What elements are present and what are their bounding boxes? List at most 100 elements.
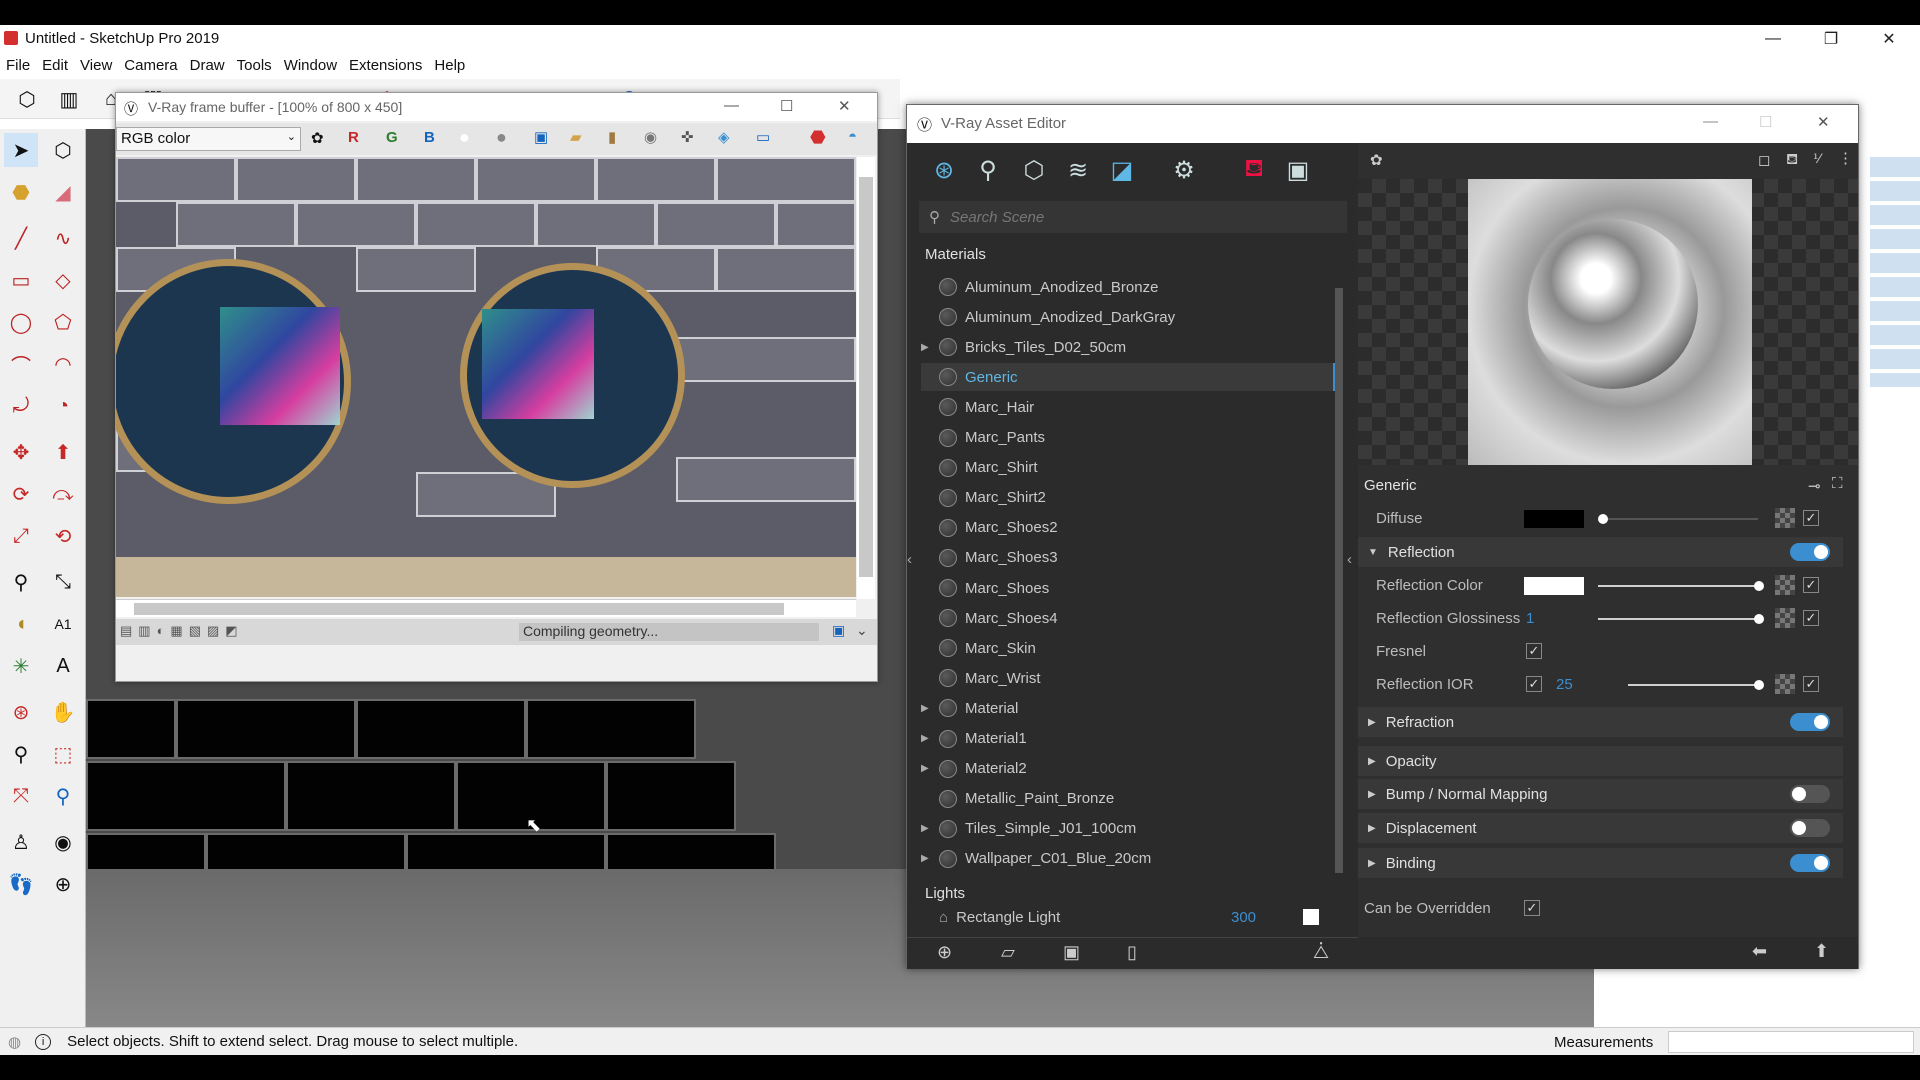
material-row[interactable]: ▶ Wallpaper_C01_Blue_20cm [921,845,1337,873]
move-tool-icon[interactable]: ✥ [4,435,38,469]
material-row[interactable]: ▶ Bricks_Tiles_D02_50cm [921,333,1337,361]
material-row[interactable]: Aluminum_Anodized_DarkGray [921,303,1337,331]
measurements-input[interactable] [1668,1031,1914,1053]
expand-arrow-icon[interactable]: ▶ [921,703,939,714]
search-box[interactable]: ⚲ Search Scene [919,201,1347,233]
add-material-icon[interactable]: ⊕ [937,942,952,963]
search-input[interactable]: Search Scene [950,209,1044,226]
expand-arrow-icon[interactable]: ▶ [921,733,939,744]
menu-camera[interactable]: Camera [124,57,177,74]
reflection-color-slider[interactable] [1598,585,1758,587]
bump-section[interactable]: ▶ Bump / Normal Mapping [1358,779,1843,809]
close-button[interactable]: ✕ [1860,25,1918,53]
collapse-icon[interactable]: ⌄ [856,622,868,639]
vfb-close-button[interactable]: ✕ [838,97,851,115]
material-row[interactable]: Marc_Shoes4 [921,604,1337,632]
reflection-glossiness-slider[interactable] [1598,618,1758,620]
save-image-icon[interactable]: ▣ [534,128,548,146]
three-point-arc-icon[interactable]: ⤾ [4,389,38,423]
preview-quality-icon[interactable]: ⅟ [1813,151,1820,167]
select-tool-icon[interactable]: ➤ [4,133,38,167]
3d-text-icon[interactable]: A [46,649,80,683]
push-pull-icon[interactable]: ⬆ [46,435,80,469]
frame-buffer-icon[interactable]: ▣ [1281,153,1315,187]
line-tool-icon[interactable]: ╱ [4,221,38,255]
layers-tab-icon[interactable]: ≋ [1061,153,1095,187]
light-row[interactable]: ⌂ Rectangle Light 300 [921,903,1337,931]
tray-tabs[interactable] [1870,157,1920,387]
history-tools-icon[interactable]: ▤▥◐▦▧▨◩ [120,623,244,639]
offset-tool-icon[interactable]: ⟲ [46,519,80,553]
preview-scene-icon[interactable]: ⛾ [1786,151,1798,170]
restore-button[interactable]: ❐ [1802,25,1860,53]
blue-channel-button[interactable]: B [424,129,435,146]
preview-settings-icon[interactable]: ✿ [1370,151,1383,169]
rectangle-tool-icon[interactable]: ▭ [4,263,38,297]
opacity-section[interactable]: ▶ Opacity [1358,746,1843,776]
menu-draw[interactable]: Draw [190,57,225,74]
vfb-maximize-button[interactable]: ☐ [780,97,793,115]
collapse-all-icon[interactable]: ⛶ [1832,475,1843,492]
fresnel-checkbox[interactable]: ✓ [1526,643,1542,659]
clear-image-icon[interactable]: ▮ [608,128,616,146]
alpha-gray-icon[interactable]: ● [496,127,507,148]
polygon-tool-icon[interactable]: ⬠ [46,305,80,339]
reflection-section[interactable]: ▼ Reflection [1358,537,1843,567]
render-teapot-icon[interactable]: ⛾ [1237,153,1271,187]
vfb-minimize-button[interactable]: — [724,97,739,114]
render-canvas[interactable] [116,157,856,597]
settings-gear-icon[interactable]: ⚙ [1167,153,1201,187]
binding-section[interactable]: ▶ Binding [1358,848,1843,878]
top-view-icon[interactable]: ▥ [54,85,84,113]
material-row[interactable]: Marc_Wrist [921,664,1337,692]
delete-icon[interactable]: ▯ [1127,942,1137,963]
list-scrollbar[interactable] [1335,288,1343,873]
follow-me-icon[interactable]: ⤼ [46,477,80,511]
minimize-button[interactable]: — [1744,25,1802,53]
preview-expand-icon[interactable]: ◻ [1758,151,1770,169]
up-arrow-icon[interactable]: ⬆ [1814,941,1829,962]
section-plane-icon[interactable]: ⊕ [46,867,80,901]
zoom-window-icon[interactable]: ⬚ [46,737,80,771]
more-menu-icon[interactable]: ⋮ [1838,149,1853,167]
material-row[interactable]: Marc_Shirt [921,454,1337,482]
rotate-tool-icon[interactable]: ⟳ [4,477,38,511]
vfb-vertical-scrollbar[interactable] [857,157,875,599]
material-row[interactable]: Marc_Pants [921,424,1337,452]
menu-help[interactable]: Help [434,57,465,74]
material-row[interactable]: Marc_Hair [921,393,1337,421]
material-row[interactable]: Marc_Skin [921,634,1337,662]
material-row[interactable]: Aluminum_Anodized_Bronze [921,273,1337,301]
reflection-color-swatch[interactable] [1524,577,1584,595]
arc-tool-icon[interactable]: ⌒ [4,347,38,381]
expand-arrow-icon[interactable]: ▶ [921,763,939,774]
lens-effects-icon[interactable]: ▭ [756,128,770,146]
displacement-section[interactable]: ▶ Displacement [1358,813,1843,843]
refraction-section[interactable]: ▶ Refraction [1358,707,1843,737]
reflection-glossiness-checkbox[interactable]: ✓ [1803,610,1819,626]
back-arrow-icon[interactable]: ⬅ [1752,941,1767,962]
protractor-icon[interactable]: ◖ [4,607,38,641]
paint-bucket-icon[interactable]: ⬣ [4,175,38,209]
material-row[interactable]: Generic [921,363,1337,392]
reflection-ior-texture-slot[interactable] [1775,674,1795,694]
info-icon[interactable]: i [35,1033,52,1050]
diffuse-slider-knob[interactable] [1598,514,1608,524]
circle-tool-icon[interactable]: ◯ [4,305,38,339]
alpha-white-icon[interactable]: ● [459,127,470,148]
stop-render-icon[interactable]: ⬣ [810,127,826,148]
vae-close-button[interactable]: ✕ [1817,113,1830,131]
rotated-rectangle-icon[interactable]: ◇ [46,263,80,297]
green-channel-button[interactable]: G [386,129,398,146]
vae-minimize-button[interactable]: — [1703,113,1718,130]
freehand-icon[interactable]: ∿ [46,221,80,255]
menu-edit[interactable]: Edit [42,57,68,74]
reflection-glossiness-value[interactable]: 1 [1526,610,1534,627]
material-row[interactable]: ▶ Material [921,694,1337,722]
expand-arrow-icon[interactable]: ▶ [921,823,939,834]
reflection-ior-value[interactable]: 25 [1556,676,1573,693]
pie-tool-icon[interactable]: ◔ [46,389,80,423]
diffuse-texture-slot[interactable] [1775,508,1795,528]
diffuse-enable-checkbox[interactable]: ✓ [1803,510,1819,526]
reflection-ior-checkbox[interactable]: ✓ [1526,676,1542,692]
